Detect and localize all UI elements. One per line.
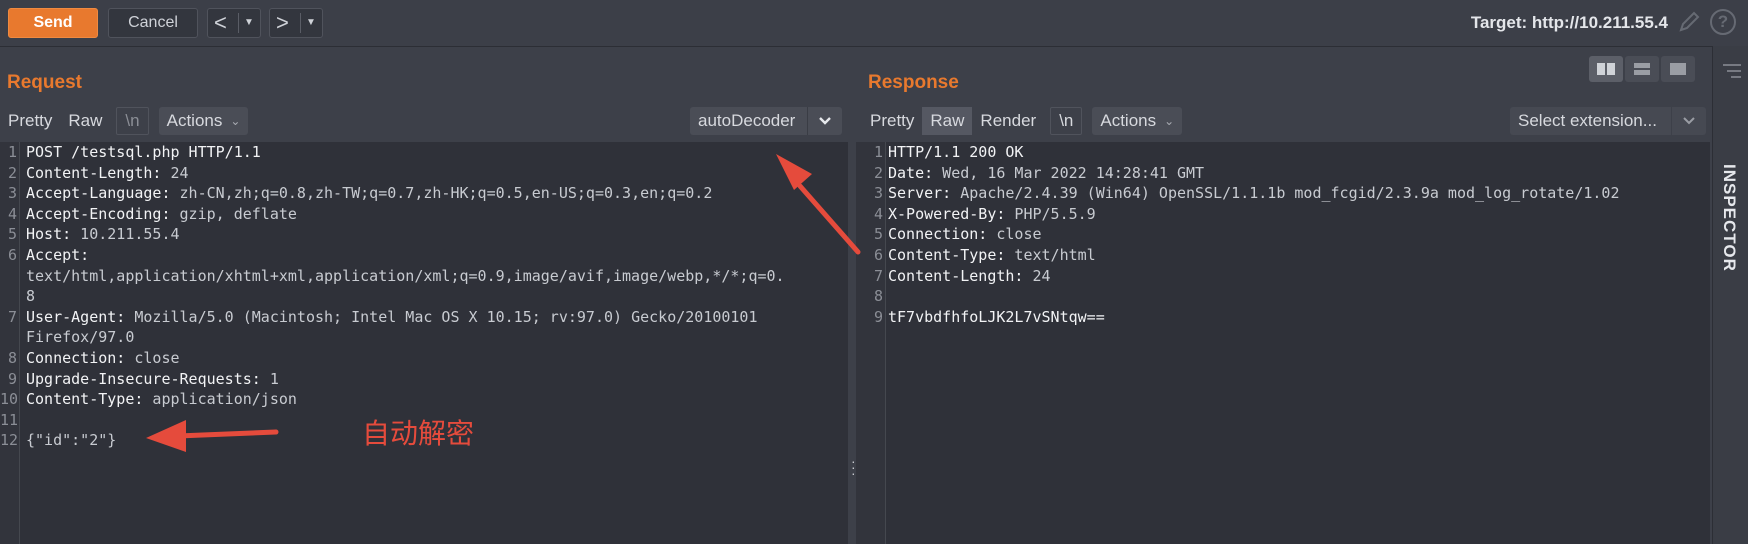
annotation-arrow-decoder bbox=[776, 154, 861, 255]
annotation-label: 自动解密 bbox=[362, 417, 475, 450]
annotation-arrow-body bbox=[146, 420, 279, 452]
annotation-overlay bbox=[146, 154, 861, 452]
